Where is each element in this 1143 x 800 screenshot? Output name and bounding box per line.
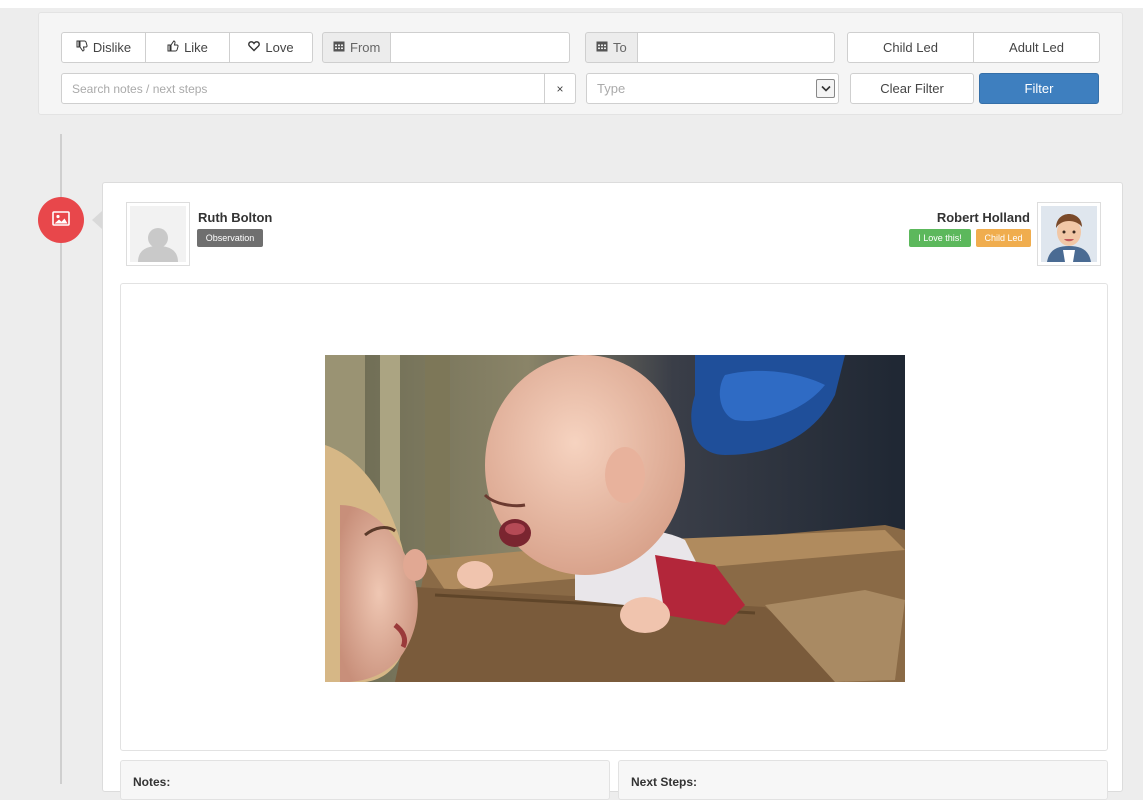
adult-led-label: Adult Led xyxy=(1009,40,1064,55)
next-steps-label: Next Steps: xyxy=(631,775,698,789)
entry-type-badge: Observation xyxy=(197,229,263,247)
clear-filter-button[interactable]: Clear Filter xyxy=(850,73,974,104)
notes-label: Notes: xyxy=(133,775,171,789)
filter-panel: Dislike Like Love From To Child Led Adul… xyxy=(38,12,1123,115)
child-avatar[interactable] xyxy=(1037,202,1101,266)
thumbs-up-icon xyxy=(167,40,179,55)
reaction-badge: I Love this! xyxy=(909,229,971,247)
image-icon xyxy=(52,211,70,229)
calendar-icon xyxy=(596,40,608,55)
filter-label: Filter xyxy=(1024,81,1054,96)
thumbs-down-icon xyxy=(76,40,88,55)
notes-section: Notes: xyxy=(120,760,610,800)
search-group: × xyxy=(61,73,576,104)
child-led-button[interactable]: Child Led xyxy=(847,32,974,63)
to-date-addon[interactable]: To xyxy=(585,32,638,63)
dislike-button[interactable]: Dislike xyxy=(61,32,146,63)
dislike-label: Dislike xyxy=(92,40,132,55)
child-name[interactable]: Robert Holland xyxy=(937,210,1030,225)
observation-photo[interactable] xyxy=(325,355,905,682)
led-badge: Child Led xyxy=(976,229,1031,247)
clear-search-button[interactable]: × xyxy=(545,73,576,104)
from-date-input[interactable] xyxy=(391,32,571,63)
type-placeholder: Type xyxy=(597,81,626,96)
author-name[interactable]: Ruth Bolton xyxy=(198,210,272,225)
love-label: Love xyxy=(265,40,294,55)
filter-button[interactable]: Filter xyxy=(979,73,1099,104)
to-date-input[interactable] xyxy=(637,32,835,63)
observation-card: Ruth Bolton Observation Robert Holland I… xyxy=(102,182,1123,800)
heart-icon xyxy=(248,40,261,55)
top-strip xyxy=(0,0,1143,8)
to-date-group: To xyxy=(585,32,835,63)
from-label: From xyxy=(350,40,381,55)
chevron-down-icon xyxy=(816,79,835,98)
type-select[interactable]: Type xyxy=(586,73,839,104)
close-icon: × xyxy=(556,81,564,96)
card-arrow xyxy=(92,211,102,229)
timeline-badge xyxy=(38,197,84,243)
clear-filter-label: Clear Filter xyxy=(880,81,944,96)
adult-led-button[interactable]: Adult Led xyxy=(973,32,1100,63)
love-button[interactable]: Love xyxy=(229,32,313,63)
avatar-placeholder-icon xyxy=(130,206,186,262)
next-steps-section: Next Steps: xyxy=(618,760,1108,800)
to-label: To xyxy=(613,40,627,55)
search-input[interactable] xyxy=(61,73,545,104)
calendar-icon xyxy=(333,40,345,55)
photo-frame xyxy=(120,283,1108,751)
child-led-label: Child Led xyxy=(883,40,938,55)
reaction-filter-group: Dislike Like Love xyxy=(61,32,313,63)
like-button[interactable]: Like xyxy=(145,32,230,63)
from-date-addon[interactable]: From xyxy=(322,32,392,63)
like-label: Like xyxy=(184,40,208,55)
child-photo xyxy=(1041,206,1097,262)
from-date-group: From xyxy=(322,32,571,63)
author-avatar[interactable] xyxy=(126,202,190,266)
